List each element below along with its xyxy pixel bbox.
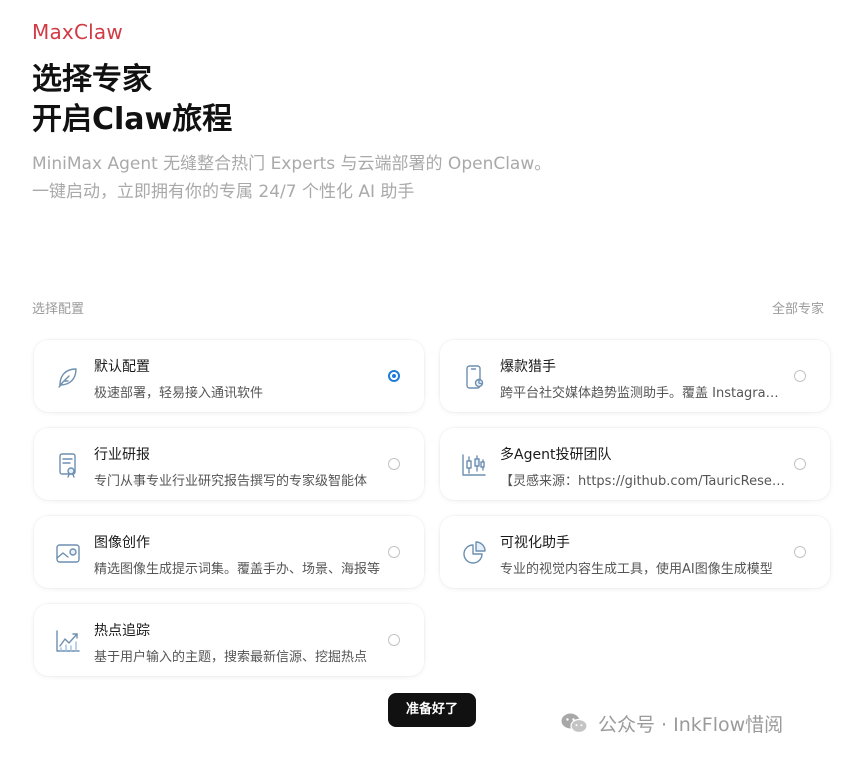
expert-desc: 精选图像生成提示词集。覆盖手办、场景、海报等 (94, 562, 381, 577)
radio-multi-agent[interactable] (794, 458, 806, 470)
expert-title: 行业研报 (94, 447, 150, 463)
expert-title: 热点追踪 (94, 623, 150, 639)
hero-subtitle-line2: 一键启动，立即拥有你的专属 24/7 个性化 AI 助手 (32, 182, 415, 202)
image-icon (54, 539, 82, 567)
expert-card-image-creation[interactable]: 图像创作 精选图像生成提示词集。覆盖手办、场景、海报等 (34, 516, 424, 588)
expert-desc: 专业的视觉内容生成工具，使用AI图像生成模型 (500, 562, 773, 577)
expert-desc: 极速部署，轻易接入通讯软件 (94, 386, 264, 401)
expert-title: 默认配置 (94, 359, 150, 375)
radio-image-creation[interactable] (388, 546, 400, 558)
radio-default[interactable] (388, 370, 400, 382)
expert-title: 爆款猎手 (500, 359, 556, 375)
expert-card-industry-report[interactable]: 行业研报 专门从事专业行业研究报告撰写的专家级智能体 (34, 428, 424, 500)
candlestick-icon (460, 451, 488, 479)
radio-trend-tracking[interactable] (388, 634, 400, 646)
expert-desc: 跨平台社交媒体趋势监测助手。覆盖 Instagram、TikTok... (500, 386, 790, 401)
trend-chart-icon (54, 627, 82, 655)
radio-industry-report[interactable] (388, 458, 400, 470)
expert-desc: 专门从事专业行业研究报告撰写的专家级智能体 (94, 474, 368, 489)
all-experts-link[interactable]: 全部专家 (772, 298, 824, 317)
report-icon (54, 451, 82, 479)
hero-title-line1: 选择专家 (32, 62, 152, 97)
expert-title: 多Agent投研团队 (500, 447, 612, 463)
expert-desc: 基于用户输入的主题，搜索最新信源、挖掘热点 (94, 650, 368, 665)
section-label: 选择配置 (32, 302, 85, 317)
brand-logo: MaxClaw (32, 20, 123, 44)
hero-title-line2: 开启Claw旅程 (32, 102, 233, 137)
radio-visualization[interactable] (794, 546, 806, 558)
hero-title: 选择专家 开启Claw旅程 (32, 60, 232, 140)
phone-chart-icon (460, 363, 488, 391)
pie-chart-icon (460, 539, 488, 567)
radio-viral-hunter[interactable] (794, 370, 806, 382)
expert-title: 图像创作 (94, 535, 150, 551)
watermark: 公众号 · InkFlow惜阅 (560, 708, 783, 738)
page: MaxClaw 选择专家 开启Claw旅程 MiniMax Agent 无缝整合… (0, 0, 856, 758)
watermark-text: 公众号 · InkFlow惜阅 (598, 713, 784, 736)
hero-subtitle-line1: MiniMax Agent 无缝整合热门 Experts 与云端部署的 Open… (32, 154, 552, 174)
expert-card-multi-agent[interactable]: 多Agent投研团队 【灵感来源：https://github.com/Taur… (440, 428, 830, 500)
wechat-icon (560, 711, 588, 735)
hero-subtitle: MiniMax Agent 无缝整合热门 Experts 与云端部署的 Open… (32, 150, 812, 206)
expert-title: 可视化助手 (500, 535, 570, 551)
leaf-icon (54, 363, 82, 391)
expert-card-trend-tracking[interactable]: 热点追踪 基于用户输入的主题，搜索最新信源、挖掘热点 (34, 604, 424, 676)
expert-desc: 【灵感来源：https://github.com/TauricResearch】 (500, 474, 790, 489)
ready-button[interactable]: 准备好了 (388, 693, 476, 727)
expert-card-viral-hunter[interactable]: 爆款猎手 跨平台社交媒体趋势监测助手。覆盖 Instagram、TikTok..… (440, 340, 830, 412)
expert-card-default[interactable]: 默认配置 极速部署，轻易接入通讯软件 (34, 340, 424, 412)
expert-card-visualization[interactable]: 可视化助手 专业的视觉内容生成工具，使用AI图像生成模型 (440, 516, 830, 588)
